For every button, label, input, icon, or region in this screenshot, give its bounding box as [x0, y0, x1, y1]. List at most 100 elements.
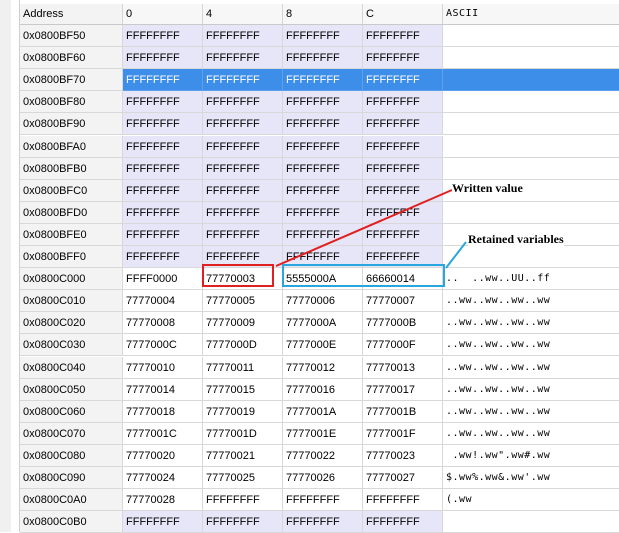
memory-row[interactable]: 0x0800BFC0 FFFFFFFF FFFFFFFF FFFFFFFF FFFFFF…: [20, 179, 619, 202]
data-word-cell[interactable]: 77770025: [203, 467, 283, 489]
data-word-cell[interactable]: 77770023: [363, 444, 443, 467]
data-word-cell[interactable]: FFFFFFFF: [283, 511, 363, 533]
data-word-cell[interactable]: 7777001A: [283, 400, 363, 423]
data-word-cell[interactable]: 7777001F: [363, 422, 443, 445]
data-word-cell[interactable]: 77770012: [283, 356, 363, 379]
column-header-8[interactable]: 8: [283, 4, 363, 24]
data-word-cell[interactable]: 77770027: [363, 467, 443, 489]
data-word-cell[interactable]: 77770013: [363, 356, 443, 379]
memory-row[interactable]: 0x0800C050 77770014 77770015 77770016 777700…: [20, 378, 619, 401]
data-word-cell[interactable]: FFFFFFFF: [283, 157, 363, 180]
memory-row[interactable]: 0x0800C030 7777000C 7777000D 7777000E 777700…: [20, 334, 619, 357]
data-word-cell[interactable]: FFFFFFFF: [283, 201, 363, 224]
memory-row[interactable]: 0x0800BFB0 FFFFFFFF FFFFFFFF FFFFFFFF FFFFFF…: [20, 157, 619, 180]
data-word-cell[interactable]: 7777000A: [283, 312, 363, 335]
data-word-cell[interactable]: 77770009: [203, 312, 283, 335]
data-word-cell[interactable]: 77770011: [203, 356, 283, 379]
data-word-cell[interactable]: FFFFFFFF: [363, 223, 443, 246]
data-word-cell[interactable]: FFFFFFFF: [283, 91, 363, 114]
data-word-cell[interactable]: 7777001B: [363, 400, 443, 423]
data-word-cell[interactable]: 77770019: [203, 400, 283, 423]
memory-row[interactable]: 0x0800BFA0 FFFFFFFF FFFFFFFF FFFFFFFF FFFFFF…: [20, 135, 619, 158]
memory-row[interactable]: 0x0800C0A0 77770028 FFFFFFFF FFFFFFFF FFFFFF…: [20, 489, 619, 512]
data-word-cell[interactable]: FFFFFFFF: [123, 47, 203, 70]
data-word-cell[interactable]: FFFFFFFF: [123, 511, 203, 533]
data-word-cell[interactable]: 77770014: [123, 378, 203, 401]
data-word-cell[interactable]: 7777000F: [363, 334, 443, 357]
data-word-cell[interactable]: 77770007: [363, 290, 443, 313]
data-word-cell[interactable]: FFFFFFFF: [363, 201, 443, 224]
data-word-cell[interactable]: 77770018: [123, 400, 203, 423]
column-header-4[interactable]: 4: [203, 4, 283, 24]
data-word-cell[interactable]: FFFFFFFF: [203, 113, 283, 136]
data-word-cell[interactable]: FFFFFFFF: [203, 69, 283, 92]
data-word-cell[interactable]: FFFFFFFF: [203, 47, 283, 70]
data-word-cell[interactable]: FFFFFFFF: [363, 25, 443, 47]
data-word-cell[interactable]: 77770020: [123, 444, 203, 467]
data-word-cell[interactable]: 77770028: [123, 489, 203, 512]
data-word-cell[interactable]: FFFFFFFF: [363, 69, 443, 92]
data-word-cell[interactable]: FFFFFFFF: [203, 135, 283, 158]
column-header-ascii[interactable]: ASCII: [443, 4, 619, 24]
data-word-cell[interactable]: 7777000E: [283, 334, 363, 357]
data-word-cell[interactable]: FFFFFFFF: [203, 489, 283, 512]
data-word-cell[interactable]: 77770024: [123, 467, 203, 489]
data-word-cell[interactable]: FFFFFFFF: [123, 91, 203, 114]
data-word-cell[interactable]: FFFFFFFF: [363, 511, 443, 533]
data-word-cell[interactable]: FFFFFFFF: [123, 25, 203, 47]
data-word-cell[interactable]: 77770026: [283, 467, 363, 489]
data-word-cell[interactable]: FFFFFFFF: [363, 179, 443, 202]
data-word-cell[interactable]: FFFFFFFF: [123, 201, 203, 224]
data-word-cell[interactable]: FFFFFFFF: [363, 91, 443, 114]
data-word-cell[interactable]: FFFFFFFF: [363, 135, 443, 158]
data-word-cell[interactable]: FFFFFFFF: [283, 135, 363, 158]
memory-row[interactable]: 0x0800BF60 FFFFFFFF FFFFFFFF FFFFFFFF FFFFFF…: [20, 47, 619, 70]
memory-row[interactable]: 0x0800C080 77770020 77770021 77770022 777700…: [20, 444, 619, 467]
data-word-cell[interactable]: FFFFFFFF: [123, 135, 203, 158]
data-word-cell[interactable]: 77770021: [203, 444, 283, 467]
data-word-cell[interactable]: FFFFFFFF: [203, 91, 283, 114]
memory-row[interactable]: 0x0800C070 7777001C 7777001D 7777001E 777700…: [20, 422, 619, 445]
data-word-cell[interactable]: FFFFFFFF: [203, 201, 283, 224]
data-word-cell[interactable]: 77770016: [283, 378, 363, 401]
data-word-cell[interactable]: FFFFFFFF: [363, 489, 443, 512]
data-word-cell[interactable]: 77770005: [203, 290, 283, 313]
data-word-cell[interactable]: FFFFFFFF: [203, 157, 283, 180]
memory-row[interactable]: 0x0800BF80 FFFFFFFF FFFFFFFF FFFFFFFF FFFFFF…: [20, 91, 619, 114]
data-word-cell[interactable]: FFFFFFFF: [123, 246, 203, 268]
column-header-0[interactable]: 0: [123, 4, 203, 24]
data-word-cell[interactable]: 7777000B: [363, 312, 443, 335]
data-word-cell[interactable]: FFFFFFFF: [283, 489, 363, 512]
column-header-address[interactable]: Address: [20, 4, 123, 24]
data-word-cell[interactable]: FFFFFFFF: [283, 113, 363, 136]
data-word-cell[interactable]: FFFFFFFF: [283, 179, 363, 202]
memory-row[interactable]: 0x0800C040 77770010 77770011 77770012 777700…: [20, 356, 619, 379]
memory-row[interactable]: 0x0800BF90 FFFFFFFF FFFFFFFF FFFFFFFF FFFFFF…: [20, 113, 619, 136]
column-header-c[interactable]: C: [363, 4, 443, 24]
data-word-cell[interactable]: 77770022: [283, 444, 363, 467]
data-word-cell[interactable]: FFFFFFFF: [123, 179, 203, 202]
data-word-cell[interactable]: FFFFFFFF: [203, 25, 283, 47]
data-word-cell[interactable]: FFFFFFFF: [123, 69, 203, 92]
data-word-cell[interactable]: FFFFFFFF: [203, 179, 283, 202]
data-word-cell[interactable]: 77770015: [203, 378, 283, 401]
memory-row[interactable]: 0x0800C010 77770004 77770005 77770006 777700…: [20, 290, 619, 313]
data-word-cell[interactable]: 77770006: [283, 290, 363, 313]
data-word-cell[interactable]: 7777001E: [283, 422, 363, 445]
memory-row[interactable]: 0x0800C060 77770018 77770019 7777001A 777700…: [20, 400, 619, 423]
data-word-cell[interactable]: 77770004: [123, 290, 203, 313]
data-word-cell[interactable]: 7777001D: [203, 422, 283, 445]
data-word-cell[interactable]: 7777000D: [203, 334, 283, 357]
data-word-cell[interactable]: FFFFFFFF: [283, 25, 363, 47]
data-word-cell[interactable]: 77770010: [123, 356, 203, 379]
memory-row[interactable]: 0x0800C0B0 FFFFFFFF FFFFFFFF FFFFFFFF FFFFFF…: [20, 511, 619, 533]
data-word-cell[interactable]: FFFFFFFF: [203, 223, 283, 246]
data-word-cell[interactable]: FFFFFFFF: [363, 113, 443, 136]
data-word-cell[interactable]: FFFFFFFF: [123, 113, 203, 136]
data-word-cell[interactable]: FFFFFFFF: [283, 47, 363, 70]
memory-row[interactable]: 0x0800C090 77770024 77770025 77770026 777700…: [20, 467, 619, 489]
data-word-cell[interactable]: FFFF0000: [123, 268, 203, 291]
data-word-cell[interactable]: FFFFFFFF: [283, 69, 363, 92]
data-word-cell[interactable]: 7777001C: [123, 422, 203, 445]
data-word-cell[interactable]: FFFFFFFF: [123, 223, 203, 246]
